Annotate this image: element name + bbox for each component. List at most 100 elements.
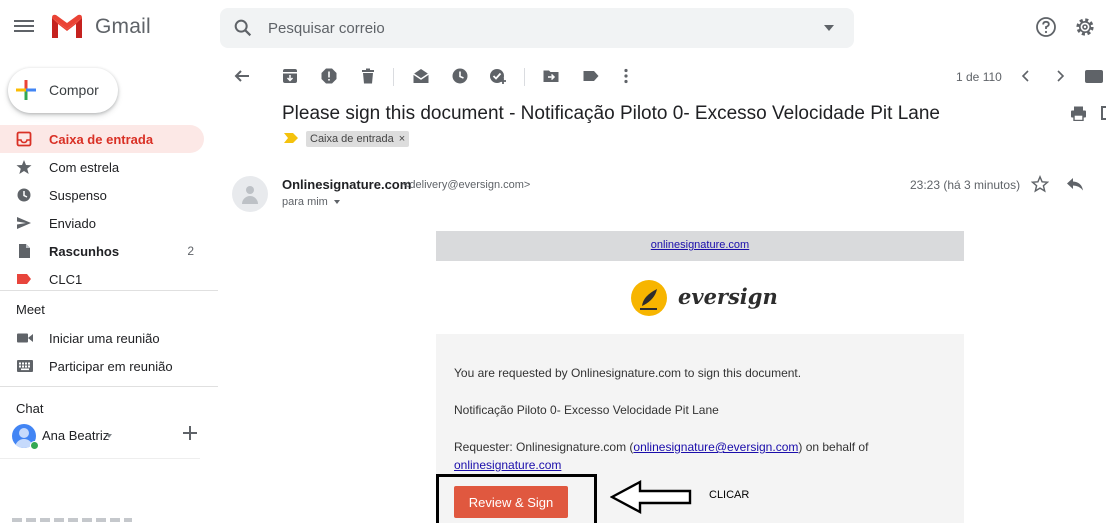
reply-icon[interactable] [1066, 177, 1084, 191]
search-input[interactable] [268, 16, 808, 40]
search-bar[interactable] [220, 8, 854, 48]
document-name: Notificação Piloto 0- Excesso Velocidade… [454, 403, 719, 417]
chat-user-ana-beatriz[interactable]: Ana Beatriz [12, 424, 162, 450]
message-time: 23:23 (há 3 minutos) [910, 178, 1021, 192]
search-icon[interactable] [232, 17, 254, 39]
meet-title: Meet [16, 302, 45, 317]
label-as-icon[interactable] [582, 67, 600, 85]
eversign-logo-icon [631, 280, 667, 316]
chevron-down-icon [333, 200, 340, 204]
requester-line: Requester: Onlinesignature.com (onlinesi… [454, 440, 868, 454]
sender-name: Onlinesignature.com [282, 177, 412, 192]
request-line: You are requested by Onlinesignature.com… [454, 366, 802, 380]
pager-count: 1 de 110 [956, 70, 1002, 84]
sidebar-nav: Caixa de entrada Com estrela Suspenso En… [0, 125, 218, 293]
sender-avatar-body [242, 196, 258, 204]
send-icon [17, 217, 31, 229]
sidebar-item-label: Suspenso [49, 188, 107, 203]
drafts-count: 2 [187, 244, 194, 258]
recipient-text: para mim [282, 196, 328, 208]
keyboard-icon [17, 360, 33, 372]
truncated-text [12, 518, 132, 522]
add-chat-icon[interactable] [183, 426, 197, 440]
sender-email: <delivery@eversign.com> [403, 179, 531, 191]
toolbar-divider [524, 68, 525, 86]
sidebar-item-label: Rascunhos [49, 244, 120, 259]
help-icon[interactable] [1035, 16, 1057, 38]
search-options-icon[interactable] [824, 25, 834, 31]
add-to-tasks-icon[interactable] [489, 67, 507, 85]
annotation-label: CLICAR [709, 489, 750, 501]
meet-join-meeting[interactable]: Participar em reunião [0, 352, 210, 380]
move-to-icon[interactable] [542, 67, 560, 85]
email-subject: Please sign this document - Notificação … [282, 103, 940, 124]
behalf-line: onlinesignature.com [454, 458, 561, 472]
requester-prefix: Requester: Onlinesignature.com ( [454, 440, 634, 454]
sidebar-divider [0, 386, 218, 387]
open-new-window-icon[interactable] [1101, 106, 1106, 120]
chevron-down-icon[interactable] [106, 434, 112, 438]
brand-name: Gmail [95, 15, 151, 38]
more-options-icon[interactable] [617, 67, 635, 85]
inbox-icon [16, 131, 32, 147]
sidebar-item-inbox[interactable]: Caixa de entrada [0, 125, 204, 153]
truncated-item [12, 514, 152, 523]
compose-label: Compor [49, 82, 99, 98]
report-spam-icon[interactable] [320, 67, 338, 85]
clock-icon [17, 188, 31, 202]
compose-button[interactable]: Compor [8, 68, 118, 113]
sidebar-item-label: Caixa de entrada [49, 132, 154, 147]
menu-bar [14, 20, 34, 22]
online-status-icon [30, 441, 39, 450]
chevron-right-icon[interactable] [1052, 68, 1068, 84]
header: Gmail [0, 0, 1106, 56]
compose-plus-icon [16, 80, 36, 100]
remove-label-button[interactable]: × [399, 133, 405, 145]
input-tools-icon[interactable] [1085, 70, 1103, 83]
print-icon[interactable] [1070, 106, 1087, 121]
sidebar-item-starred[interactable]: Com estrela [0, 153, 204, 181]
star-icon [16, 160, 32, 174]
menu-bar [14, 30, 34, 32]
review-and-sign-button[interactable]: Review & Sign [454, 486, 568, 518]
sidebar-divider [0, 290, 218, 291]
label-icon [17, 274, 31, 284]
annotation-arrow-icon [610, 480, 692, 514]
eversign-brand: eversign [678, 284, 778, 309]
importance-marker-icon[interactable] [284, 133, 298, 143]
sidebar-item-label: Com estrela [49, 160, 120, 175]
sidebar-item-label: CLC1 [49, 272, 83, 287]
sender-avatar [232, 176, 268, 212]
toolbar-divider [393, 68, 394, 86]
meet-item-label: Participar em reunião [49, 359, 173, 374]
requester-suffix: ) on behalf of [798, 440, 869, 454]
draft-icon [19, 244, 30, 258]
top-banner-link[interactable]: onlinesignature.com [651, 239, 749, 251]
gear-icon[interactable] [1074, 16, 1096, 38]
star-outline-icon[interactable] [1031, 175, 1049, 193]
sidebar-item-drafts[interactable]: Rascunhos 2 [0, 237, 204, 265]
sidebar-item-sent[interactable]: Enviado [0, 209, 204, 237]
main-menu-button[interactable] [14, 17, 34, 37]
recipient-details[interactable]: para mim [282, 196, 340, 208]
email-top-banner: onlinesignature.com [436, 231, 964, 261]
mark-unread-icon[interactable] [412, 67, 430, 85]
meet-item-label: Iniciar uma reunião [49, 331, 160, 346]
video-icon [17, 333, 33, 343]
requester-email-link[interactable]: onlinesignature@eversign.com [633, 440, 798, 454]
delete-icon[interactable] [359, 67, 377, 85]
sidebar-item-snoozed[interactable]: Suspenso [0, 181, 204, 209]
chat-user-name: Ana Beatriz [42, 428, 110, 443]
back-arrow-icon[interactable] [233, 67, 251, 85]
label-chip-inbox: Caixa de entrada × [306, 131, 410, 147]
gmail-logo-icon[interactable] [50, 12, 84, 40]
meet-start-meeting[interactable]: Iniciar uma reunião [0, 324, 210, 352]
chevron-left-icon[interactable] [1018, 68, 1034, 84]
archive-icon[interactable] [281, 67, 299, 85]
sidebar-item-clc1[interactable]: CLC1 [0, 265, 204, 293]
snooze-icon[interactable] [451, 67, 469, 85]
avatar-head [19, 428, 29, 438]
chat-title: Chat [16, 401, 44, 416]
label-chip-text: Caixa de entrada [310, 133, 394, 145]
behalf-link[interactable]: onlinesignature.com [454, 458, 561, 472]
